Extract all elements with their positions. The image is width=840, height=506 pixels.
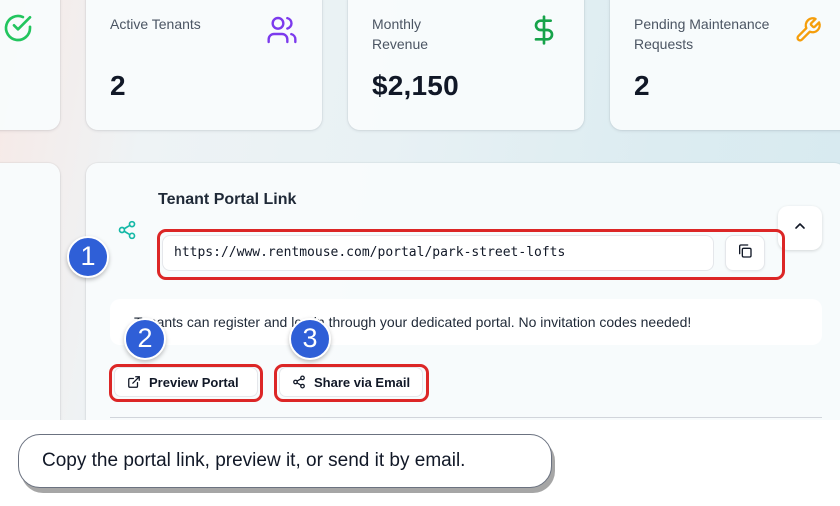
step-badge-1: 1 — [67, 236, 109, 278]
stat-value: 2 — [634, 70, 650, 101]
wrench-icon — [794, 16, 822, 49]
stat-card-partial — [0, 0, 60, 130]
stat-card-monthly-revenue: Monthly Revenue $2,150 — [348, 0, 584, 130]
step-badge-3: 3 — [289, 318, 331, 360]
check-circle-icon — [2, 12, 34, 49]
app-background: Active Tenants 2 Monthly Revenue $2,150 … — [0, 0, 840, 420]
dollar-icon — [528, 14, 560, 51]
stat-card-active-tenants: Active Tenants 2 — [86, 0, 322, 130]
stat-label: Active Tenants — [110, 16, 201, 32]
chevron-up-icon — [792, 218, 808, 239]
share-icon — [117, 220, 137, 245]
stat-label: Monthly Revenue — [372, 16, 429, 52]
section-divider — [110, 417, 822, 418]
portal-info-message: Tenants can register and log in through … — [110, 299, 822, 345]
portal-title: Tenant Portal Link — [158, 191, 297, 208]
share-highlight-box — [274, 364, 429, 402]
users-icon — [266, 14, 298, 51]
preview-highlight-box — [109, 364, 263, 402]
stat-value: $2,150 — [372, 70, 459, 101]
stat-value: 2 — [110, 70, 126, 101]
instruction-tooltip: Copy the portal link, preview it, or sen… — [18, 434, 552, 488]
side-panel-partial — [0, 163, 60, 420]
stat-label: Pending Maintenance Requests — [634, 16, 770, 52]
step-badge-2: 2 — [124, 318, 166, 360]
stat-card-pending-maintenance: Pending Maintenance Requests 2 — [610, 0, 840, 130]
url-highlight-box — [157, 229, 785, 280]
